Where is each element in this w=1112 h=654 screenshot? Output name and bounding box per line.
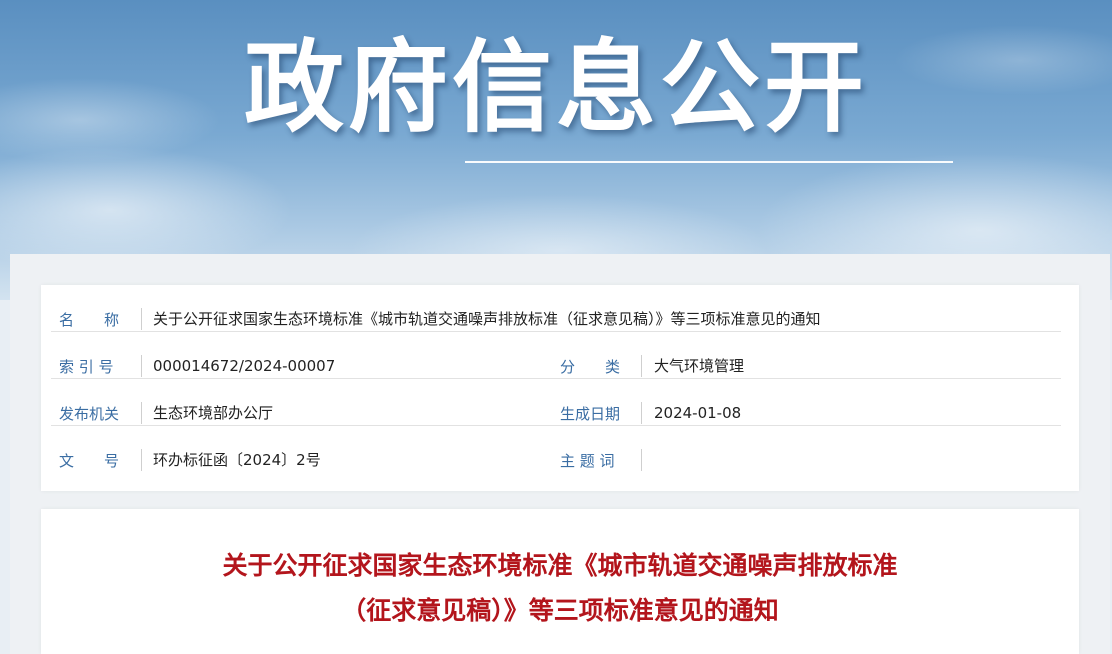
divider: [641, 355, 642, 377]
keywords-label: 主 题 词: [560, 452, 615, 470]
banner-underline: [465, 161, 953, 163]
info-row-index: 索 引 号 000014672/2024-00007 分 类 大气环境管理: [41, 332, 1079, 379]
index-label: 索 引 号: [59, 358, 114, 376]
info-row-docno: 文 号 环办标征函〔2024〕2号 主 题 词: [41, 426, 1079, 473]
divider: [141, 402, 142, 424]
document-title-line-1: 关于公开征求国家生态环境标准《城市轨道交通噪声排放标准: [222, 551, 898, 580]
divider: [141, 355, 142, 377]
divider: [141, 449, 142, 471]
index-value: 000014672/2024-00007: [153, 357, 336, 375]
docno-value: 环办标征函〔2024〕2号: [153, 451, 321, 469]
divider: [141, 308, 142, 330]
publisher-value: 生态环境部办公厅: [153, 404, 274, 422]
document-info-table: 名 称 关于公开征求国家生态环境标准《城市轨道交通噪声排放标准（征求意见稿）》等…: [41, 285, 1079, 491]
info-row-name: 名 称 关于公开征求国家生态环境标准《城市轨道交通噪声排放标准（征求意见稿）》等…: [41, 285, 1079, 332]
date-label: 生成日期: [560, 405, 621, 423]
divider: [641, 449, 642, 471]
document-body: 关于公开征求国家生态环境标准《城市轨道交通噪声排放标准 （征求意见稿）》等三项标…: [41, 509, 1079, 654]
name-value: 关于公开征求国家生态环境标准《城市轨道交通噪声排放标准（征求意见稿）》等三项标准…: [153, 310, 821, 328]
document-title: 关于公开征求国家生态环境标准《城市轨道交通噪声排放标准 （征求意见稿）》等三项标…: [41, 543, 1079, 633]
name-label: 名 称: [59, 311, 120, 329]
document-title-line-2: （征求意见稿）》等三项标准意见的通知: [341, 596, 779, 625]
category-label: 分 类: [560, 358, 621, 376]
docno-label: 文 号: [59, 452, 120, 470]
info-row-publisher: 发布机关 生态环境部办公厅 生成日期 2024-01-08: [41, 379, 1079, 426]
category-value: 大气环境管理: [654, 357, 745, 375]
banner-title: 政府信息公开: [244, 29, 868, 146]
publisher-label: 发布机关: [59, 405, 120, 423]
date-value: 2024-01-08: [654, 404, 742, 422]
divider: [641, 402, 642, 424]
